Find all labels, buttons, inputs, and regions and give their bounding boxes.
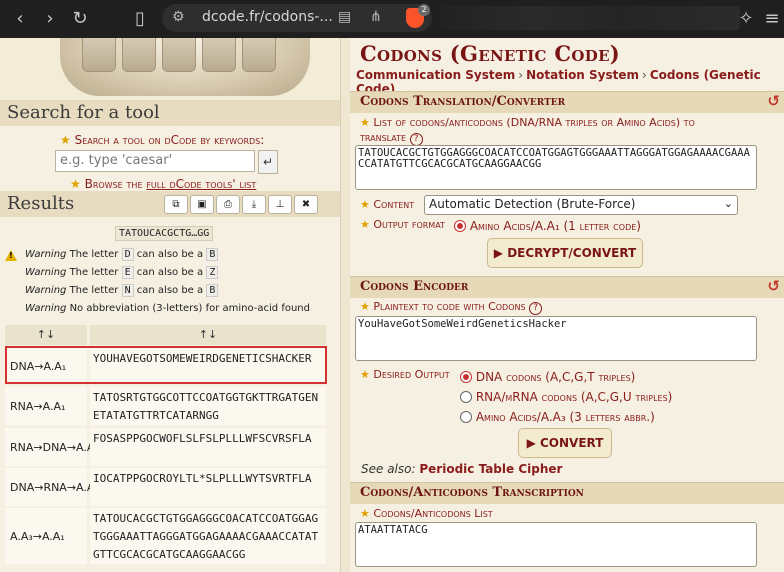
row-key: DNA→RNA→A.A₁ (5, 468, 99, 506)
content-select[interactable]: Automatic Detection (Brute-Force) ⌄ (424, 195, 738, 215)
cryptex-ring (162, 38, 196, 72)
radio-icon[interactable] (460, 391, 472, 403)
amino-acids-option[interactable]: Amino Acids/A.A₃ (3 letters abbr.) (460, 410, 655, 424)
transcription-section-header: Codons/Anticodons Transcription (350, 482, 784, 504)
plaintext-textarea[interactable]: YouHaveGotSomeWeirdGeneticsHacker (355, 316, 757, 361)
row-value[interactable]: TATOSRTGTGGCOTTCCOATGGTGKTTRGATGENETATAT… (90, 387, 326, 425)
encoder-section-header: Codons Encoder ↺ (350, 276, 784, 298)
reader-mode-icon[interactable]: ▤ (338, 9, 351, 25)
warning-icon: ! (5, 250, 17, 261)
left-sidebar: Search for a tool ★ Search a tool on dCo… (0, 38, 340, 572)
see-also-link[interactable]: Periodic Table Cipher (419, 462, 562, 476)
translator-section-header: Codons Translation/Converter ↺ (350, 91, 784, 113)
main-content: Codons (Genetic Code) Communication Syst… (350, 38, 784, 572)
rna-codons-option[interactable]: RNA/mRNA codons (A,C,G,U triples) (460, 390, 672, 404)
pin-icon[interactable]: ⊥ (268, 195, 292, 214)
row-value[interactable]: TATOUCACGCTGTGGAGGGCOACATCCOATGGAGTGGGAA… (90, 508, 326, 564)
input-summary-tag: TATOUCACGCTG…GG (115, 226, 214, 241)
search-label: ★ Search a tool on dCode by keywords: (60, 133, 265, 147)
codon-list-label: ★ List of codons/anticodons (DNA/RNA tri… (360, 116, 695, 146)
site-info-icon[interactable]: ⚙ (172, 9, 185, 25)
reload-icon[interactable]: ↻ (68, 7, 92, 31)
logo-banner (0, 38, 340, 100)
share-icon[interactable]: ⋔ (370, 9, 382, 25)
shield-count-badge: 2 (418, 4, 430, 16)
breadcrumb-item[interactable]: Notation System (526, 68, 639, 82)
search-submit-icon[interactable]: ↵ (258, 150, 278, 174)
anticodon-list-textarea[interactable]: ATAATTATACG (355, 522, 757, 567)
row-key: DNA→A.A₁ (5, 348, 87, 384)
section-title: Codons Translation/Converter (360, 94, 566, 109)
page-title: Codons (Genetic Code) (360, 41, 621, 66)
row-key: RNA→A.A₁ (5, 387, 87, 425)
back-arrow-icon[interactable]: ‹ (8, 7, 32, 31)
menu-icon[interactable]: ≡ (760, 7, 784, 31)
see-also: See also: Periodic Table Cipher (361, 462, 563, 476)
sort-value-column[interactable]: ↑↓ (90, 325, 326, 345)
radio-selected-icon[interactable] (454, 220, 466, 232)
content-label: ★ Content (360, 198, 415, 211)
download-icon[interactable]: ⤓ (242, 195, 266, 214)
row-value[interactable]: YOUHAVEGOTSOMEWEIRDGENETICSHACKER (90, 348, 326, 384)
radio-selected-icon[interactable] (460, 371, 472, 383)
sort-key-column[interactable]: ↑↓ (5, 325, 87, 345)
warning-line: Warning The letter D can also be a B (25, 248, 219, 261)
plaintext-label: ★ Plaintext to code with Codons ? (360, 300, 543, 315)
dna-codons-option[interactable]: DNA codons (A,C,G,T triples) (460, 370, 635, 384)
close-icon[interactable]: ✖ (294, 195, 318, 214)
output-format-option[interactable]: Amino Acids/A.A₁ (1 letter code) (454, 219, 641, 233)
codon-list-textarea[interactable]: TATOUCACGCTGTGGAGGGCOACATCCOATGGAGTGGGAA… (355, 145, 757, 190)
url-text: dcode.fr/codons-... (202, 9, 333, 25)
warning-line: Warning The letter N can also be a B (25, 284, 219, 297)
chevron-down-icon: ⌄ (723, 197, 733, 210)
star-icon: ★ (70, 177, 81, 191)
cryptex-ring (122, 38, 156, 72)
dcode-cryptex-logo[interactable] (60, 38, 310, 96)
cryptex-ring (202, 38, 236, 72)
convert-button[interactable]: ▶ CONVERT (518, 428, 612, 458)
warning-line: Warning The letter E can also be a Z (25, 266, 219, 279)
row-key: A.A₃→A.A₁ (5, 508, 87, 564)
refresh-icon[interactable]: ↺ (767, 92, 780, 110)
row-value[interactable]: IOCATPPGOCROYLTL*SLPLLLWYTSVRTFLA (90, 468, 326, 506)
search-heading: Search for a tool (0, 100, 340, 126)
section-title: Codons/Anticodons Transcription (360, 485, 584, 500)
breadcrumb-item[interactable]: Communication System (356, 68, 515, 82)
section-title: Codons Encoder (360, 279, 469, 294)
tool-search-input[interactable]: e.g. type 'caesar' (55, 150, 255, 172)
cryptex-ring (82, 38, 116, 72)
browse-tools-link[interactable]: ★ Browse the full dCode tools' list (70, 177, 256, 191)
results-header: Results ⧉ ▣ ⎙ ⤓ ⊥ ✖ (0, 191, 340, 217)
extensions-area (440, 6, 740, 30)
radio-icon[interactable] (460, 411, 472, 423)
decrypt-convert-button[interactable]: ▶ DECRYPT/CONVERT (487, 238, 643, 268)
refresh-icon[interactable]: ↺ (767, 277, 780, 295)
cryptex-ring (242, 38, 276, 72)
leo-ai-icon[interactable]: ✧ (734, 7, 758, 31)
anticodon-list-label: ★ Codons/Anticodons List (360, 507, 493, 520)
help-icon[interactable]: ? (529, 302, 543, 315)
print-icon[interactable]: ⎙ (216, 195, 240, 214)
star-icon: ★ (60, 133, 71, 147)
desired-output-label: ★ Desired Output (360, 368, 450, 381)
address-bar[interactable]: ⚙ dcode.fr/codons-... ▤ ⋔ (162, 4, 432, 32)
warning-line: Warning No abbreviation (3-letters) for … (25, 303, 310, 314)
copy-icon[interactable]: ⧉ (164, 195, 188, 214)
output-format-label: ★ Output format (360, 218, 445, 231)
screenshot-icon[interactable]: ▣ (190, 195, 214, 214)
panel-divider (340, 38, 350, 572)
browser-toolbar: ‹ › ↻ ▯ ⚙ dcode.fr/codons-... ▤ ⋔ 2 ✧ ≡ (0, 0, 784, 38)
forward-arrow-icon[interactable]: › (38, 7, 62, 31)
results-title: Results (7, 193, 75, 214)
bookmark-icon[interactable]: ▯ (128, 7, 152, 31)
row-key: RNA→DNA→A.A₁ (5, 428, 99, 466)
row-value[interactable]: FOSASPPGOCWOFLSLFSLPLLLWFSCVRSFLA (90, 428, 326, 466)
